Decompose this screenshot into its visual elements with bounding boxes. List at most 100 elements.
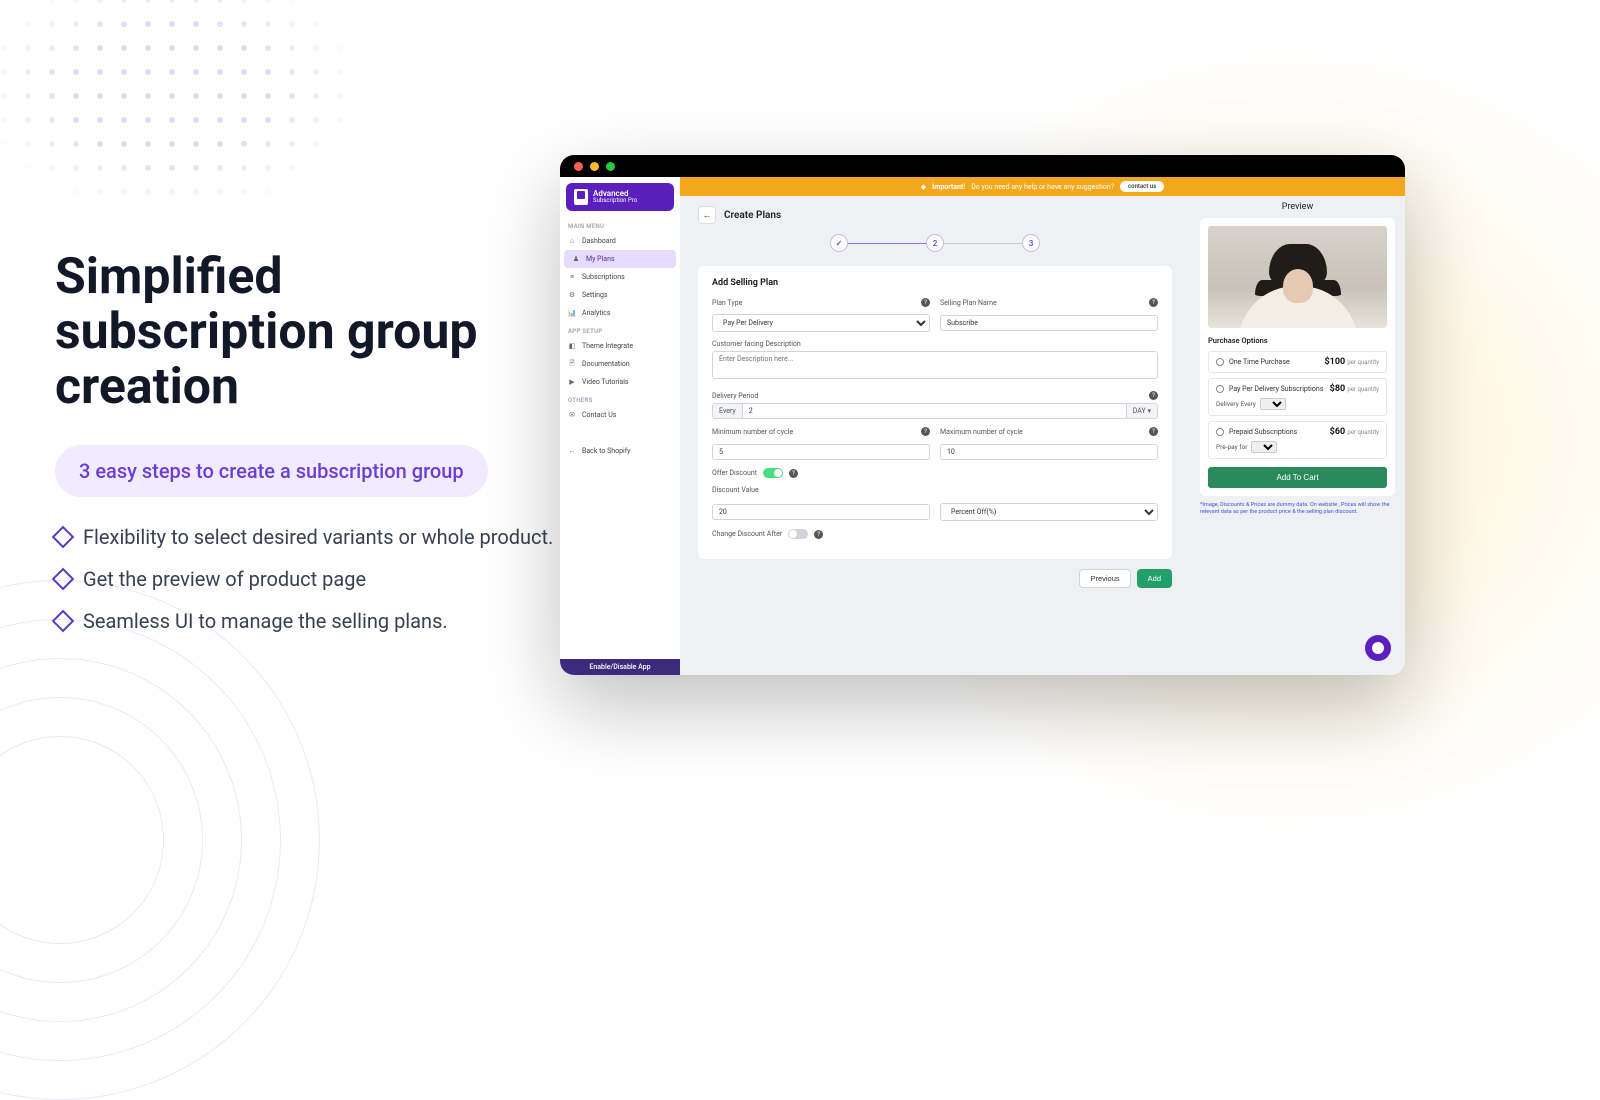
stepper: ✓ 2 3: [698, 234, 1172, 252]
option-unit: per quantity: [1347, 429, 1379, 436]
plan-type-select[interactable]: Pay Per Delivery: [712, 314, 930, 332]
min-cycle-label: Minimum number of cycle: [712, 428, 793, 436]
help-icon[interactable]: ?: [1149, 298, 1158, 307]
warning-icon: ◆: [921, 183, 926, 191]
hero-section: Simplified subscription group creation 3…: [55, 250, 555, 651]
option-name: Pay Per Delivery Subscriptions: [1229, 385, 1323, 393]
purchase-option[interactable]: One Time Purchase $100 per quantity: [1208, 351, 1387, 373]
subscriptions-icon: ≡: [568, 273, 576, 281]
sidebar-item-back[interactable]: ←Back to Shopify: [560, 442, 680, 460]
plans-icon: ♟: [572, 255, 580, 263]
sidebar-item-label: Analytics: [582, 309, 611, 317]
sidebar-item-subscriptions[interactable]: ≡ Subscriptions: [560, 268, 680, 286]
diamond-icon: [52, 568, 75, 591]
chat-fab[interactable]: [1365, 635, 1391, 661]
delivery-value-input[interactable]: [742, 403, 1127, 419]
sidebar-item-video[interactable]: ▶ Video Tutorials: [560, 373, 680, 391]
menu-section-label: OTHERS: [560, 391, 680, 406]
sidebar-item-contact[interactable]: ✉Contact Us: [560, 406, 680, 424]
sidebar-item-theme[interactable]: ◧Theme Integrate: [560, 337, 680, 355]
sidebar-item-dashboard[interactable]: ⌂ Dashboard: [560, 232, 680, 250]
discount-value-input[interactable]: [712, 504, 930, 520]
sidebar-item-label: Subscriptions: [582, 273, 625, 281]
description-input[interactable]: [712, 351, 1158, 379]
change-discount-label: Change Discount After: [712, 530, 782, 538]
preview-title: Preview: [1200, 202, 1395, 212]
bullet-text: Seamless UI to manage the selling plans.: [83, 609, 448, 633]
brand-sub: Subscription Pro: [593, 198, 637, 204]
home-icon: ⌂: [568, 237, 576, 245]
option-sub-label: Delivery Every: [1216, 400, 1256, 408]
option-sub-label: Pre-pay for: [1216, 443, 1247, 451]
change-discount-toggle[interactable]: [788, 529, 808, 539]
sidebar-item-settings[interactable]: ⚙Settings: [560, 286, 680, 304]
logo-icon: [574, 189, 588, 205]
option-name: One Time Purchase: [1229, 358, 1290, 366]
video-icon: ▶: [568, 378, 576, 386]
page-title: Create Plans: [724, 210, 781, 221]
step-3[interactable]: 3: [1022, 234, 1040, 252]
alert-banner: ◆ Important! Do you need any help or hav…: [680, 177, 1405, 196]
help-icon[interactable]: ?: [921, 427, 930, 436]
help-icon[interactable]: ?: [1149, 427, 1158, 436]
min-cycle-input[interactable]: [712, 444, 930, 460]
prepay-for-select[interactable]: [1251, 441, 1277, 453]
delivery-every-select[interactable]: [1260, 398, 1286, 410]
purchase-option[interactable]: Pay Per Delivery Subscriptions $80 per q…: [1208, 378, 1387, 416]
plan-name-input[interactable]: [940, 315, 1158, 331]
option-price: $60: [1330, 427, 1346, 437]
add-to-cart-button[interactable]: Add To Cart: [1208, 467, 1387, 488]
minimize-icon[interactable]: [590, 162, 599, 171]
contact-us-button[interactable]: contact us: [1120, 181, 1164, 192]
sidebar-item-myplans[interactable]: ♟My Plans: [564, 250, 676, 268]
app-logo: AdvancedSubscription Pro: [566, 183, 674, 211]
sidebar-item-docs[interactable]: 🗎Documentation: [560, 355, 680, 373]
option-name: Prepaid Subscriptions: [1229, 428, 1297, 436]
discount-type-select[interactable]: Percent Off(%): [940, 503, 1158, 521]
hero-title: Simplified subscription group creation: [55, 250, 555, 415]
sidebar-item-label: Contact Us: [582, 411, 616, 419]
maximize-icon[interactable]: [606, 162, 615, 171]
option-unit: per quantity: [1347, 359, 1379, 366]
sidebar-item-label: Video Tutorials: [582, 378, 629, 386]
help-icon[interactable]: ?: [921, 298, 930, 307]
offer-discount-toggle[interactable]: [763, 468, 783, 478]
menu-section-label: MAIN MENU: [560, 217, 680, 232]
sidebar-item-label: Dashboard: [582, 237, 616, 245]
help-icon[interactable]: ?: [789, 469, 798, 478]
plan-type-label: Plan Type: [712, 299, 742, 307]
every-prefix: Every: [712, 403, 742, 419]
max-cycle-input[interactable]: [940, 444, 1158, 460]
preview-disclaimer: *Image, Discounts & Prices are dummy dat…: [1200, 502, 1395, 516]
help-icon[interactable]: ?: [1149, 391, 1158, 400]
radio-icon[interactable]: [1216, 428, 1224, 436]
add-button[interactable]: Add: [1137, 569, 1172, 588]
help-icon[interactable]: ?: [814, 530, 823, 539]
radio-icon[interactable]: [1216, 385, 1224, 393]
hero-bullets: Flexibility to select desired variants o…: [55, 525, 555, 633]
step-1[interactable]: ✓: [830, 234, 848, 252]
purchase-option[interactable]: Prepaid Subscriptions $60 per quantity P…: [1208, 421, 1387, 459]
option-price: $80: [1330, 384, 1346, 394]
product-image: [1208, 226, 1387, 328]
option-price: $100: [1325, 357, 1346, 367]
bullet-text: Flexibility to select desired variants o…: [83, 525, 553, 549]
offer-discount-label: Offer Discount: [712, 469, 757, 477]
desc-label: Customer facing Description: [712, 340, 801, 348]
window-titlebar: [560, 155, 1405, 177]
enable-disable-button[interactable]: Enable/Disable App: [560, 659, 680, 675]
previous-button[interactable]: Previous: [1079, 569, 1130, 588]
back-button[interactable]: ←: [698, 206, 716, 224]
sidebar-item-analytics[interactable]: 📊 Analytics: [560, 304, 680, 322]
chart-icon: 📊: [568, 309, 576, 317]
close-icon[interactable]: [574, 162, 583, 171]
discount-value-label: Discount Value: [712, 486, 759, 494]
radio-icon[interactable]: [1216, 358, 1224, 366]
main-content: ◆ Important! Do you need any help or hav…: [680, 177, 1405, 675]
menu-section-label: APP SETUP: [560, 322, 680, 337]
step-2[interactable]: 2: [926, 234, 944, 252]
sidebar-item-label: Documentation: [582, 360, 630, 368]
delivery-unit-select[interactable]: DAY ▾: [1127, 403, 1158, 419]
hero-pill: 3 easy steps to create a subscription gr…: [55, 445, 488, 497]
sidebar-item-label: Settings: [582, 291, 608, 299]
